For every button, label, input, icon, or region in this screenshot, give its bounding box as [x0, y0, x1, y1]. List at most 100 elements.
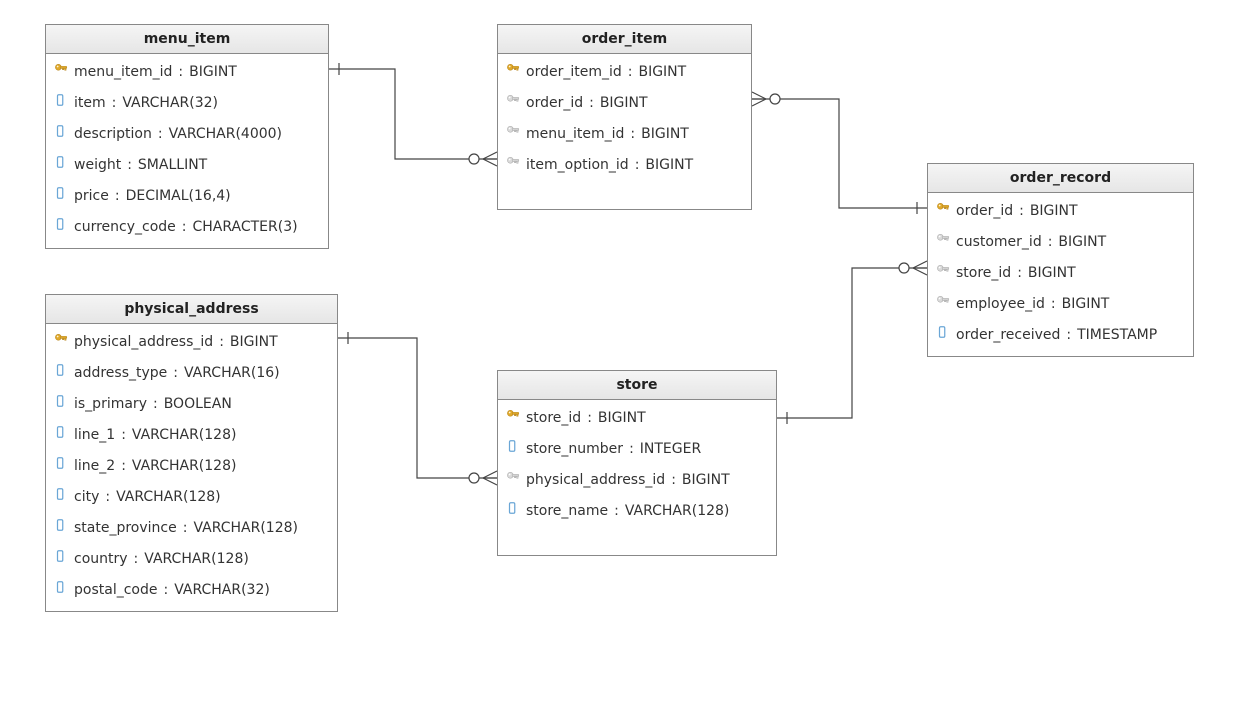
connector-store-to-order_record — [777, 268, 927, 418]
column-type: VARCHAR(16) — [184, 364, 280, 382]
column-row[interactable]: currency_code: CHARACTER(3) — [46, 211, 328, 242]
column-type: VARCHAR(128) — [193, 519, 298, 537]
column-row[interactable]: state_province: VARCHAR(128) — [46, 512, 337, 543]
column-name: is_primary — [74, 395, 147, 413]
column-icon — [54, 217, 68, 236]
column-type: BIGINT — [230, 333, 278, 351]
column-type: VARCHAR(32) — [122, 94, 218, 112]
entity-columns: order_id: BIGINTcustomer_id: BIGINTstore… — [928, 193, 1193, 356]
foreign-key-icon — [506, 124, 520, 143]
column-type: SMALLINT — [138, 156, 207, 174]
er-diagram-canvas: menu_itemmenu_item_id: BIGINTitem: VARCH… — [0, 0, 1234, 721]
column-icon — [54, 124, 68, 143]
entity-menu_item[interactable]: menu_itemmenu_item_id: BIGINTitem: VARCH… — [45, 24, 329, 249]
column-row[interactable]: price: DECIMAL(16,4) — [46, 180, 328, 211]
column-type: BIGINT — [682, 471, 730, 489]
entity-store[interactable]: storestore_id: BIGINTstore_number: INTEG… — [497, 370, 777, 556]
column-row[interactable]: menu_item_id: BIGINT — [498, 118, 751, 149]
column-row[interactable]: physical_address_id: BIGINT — [498, 464, 776, 495]
column-type: BIGINT — [1028, 264, 1076, 282]
column-name: item — [74, 94, 106, 112]
primary-key-icon — [54, 332, 68, 351]
column-name: postal_code — [74, 581, 157, 599]
column-name: physical_address_id — [74, 333, 213, 351]
column-name: order_received — [956, 326, 1060, 344]
entity-header[interactable]: order_record — [928, 164, 1193, 193]
primary-key-icon — [54, 62, 68, 81]
column-row[interactable]: line_2: VARCHAR(128) — [46, 450, 337, 481]
column-icon — [54, 394, 68, 413]
column-type: VARCHAR(4000) — [169, 125, 282, 143]
column-row[interactable]: item_option_id: BIGINT — [498, 149, 751, 180]
column-row[interactable]: is_primary: BOOLEAN — [46, 388, 337, 419]
column-type: BOOLEAN — [164, 395, 232, 413]
column-row[interactable]: order_received: TIMESTAMP — [928, 319, 1193, 350]
column-icon — [54, 155, 68, 174]
column-row[interactable]: order_item_id: BIGINT — [498, 56, 751, 87]
column-icon — [54, 363, 68, 382]
column-type: VARCHAR(128) — [144, 550, 249, 568]
column-row[interactable]: store_name: VARCHAR(128) — [498, 495, 776, 526]
foreign-key-icon — [936, 263, 950, 282]
entity-header[interactable]: menu_item — [46, 25, 328, 54]
column-name: store_id — [956, 264, 1011, 282]
column-name: description — [74, 125, 152, 143]
column-type: VARCHAR(128) — [625, 502, 730, 520]
column-row[interactable]: city: VARCHAR(128) — [46, 481, 337, 512]
column-icon — [54, 487, 68, 506]
column-row[interactable]: address_type: VARCHAR(16) — [46, 357, 337, 388]
entity-order_item[interactable]: order_itemorder_item_id: BIGINTorder_id:… — [497, 24, 752, 210]
connector-menu_item-to-order_item — [329, 69, 497, 159]
column-icon — [54, 456, 68, 475]
column-name: order_id — [526, 94, 583, 112]
column-row[interactable]: physical_address_id: BIGINT — [46, 326, 337, 357]
column-name: order_id — [956, 202, 1013, 220]
entity-columns: order_item_id: BIGINTorder_id: BIGINTmen… — [498, 54, 751, 186]
column-type: BIGINT — [1030, 202, 1078, 220]
column-row[interactable]: country: VARCHAR(128) — [46, 543, 337, 574]
column-row[interactable]: item: VARCHAR(32) — [46, 87, 328, 118]
column-row[interactable]: menu_item_id: BIGINT — [46, 56, 328, 87]
entity-physical_address[interactable]: physical_addressphysical_address_id: BIG… — [45, 294, 338, 612]
column-row[interactable]: weight: SMALLINT — [46, 149, 328, 180]
foreign-key-icon — [506, 155, 520, 174]
column-row[interactable]: order_id: BIGINT — [928, 195, 1193, 226]
column-type: BIGINT — [600, 94, 648, 112]
column-type: BIGINT — [645, 156, 693, 174]
column-row[interactable]: store_id: BIGINT — [928, 257, 1193, 288]
column-row[interactable]: postal_code: VARCHAR(32) — [46, 574, 337, 605]
column-name: menu_item_id — [74, 63, 172, 81]
column-type: BIGINT — [1062, 295, 1110, 313]
column-row[interactable]: order_id: BIGINT — [498, 87, 751, 118]
column-icon — [54, 580, 68, 599]
column-row[interactable]: line_1: VARCHAR(128) — [46, 419, 337, 450]
column-name: store_number — [526, 440, 623, 458]
column-type: TIMESTAMP — [1077, 326, 1157, 344]
connector-order_item-to-order_record — [752, 99, 927, 208]
column-row[interactable]: employee_id: BIGINT — [928, 288, 1193, 319]
column-row[interactable]: store_id: BIGINT — [498, 402, 776, 433]
column-type: VARCHAR(32) — [174, 581, 270, 599]
primary-key-icon — [936, 201, 950, 220]
column-row[interactable]: store_number: INTEGER — [498, 433, 776, 464]
entity-columns: store_id: BIGINTstore_number: INTEGERphy… — [498, 400, 776, 532]
entity-order_record[interactable]: order_recordorder_id: BIGINTcustomer_id:… — [927, 163, 1194, 357]
column-icon — [54, 186, 68, 205]
column-type: VARCHAR(128) — [132, 426, 237, 444]
entity-header[interactable]: store — [498, 371, 776, 400]
column-name: physical_address_id — [526, 471, 665, 489]
entity-header[interactable]: physical_address — [46, 295, 337, 324]
column-name: city — [74, 488, 99, 506]
foreign-key-icon — [506, 93, 520, 112]
column-name: state_province — [74, 519, 177, 537]
column-type: BIGINT — [638, 63, 686, 81]
column-type: BIGINT — [1058, 233, 1106, 251]
column-name: item_option_id — [526, 156, 629, 174]
column-row[interactable]: customer_id: BIGINT — [928, 226, 1193, 257]
column-name: line_1 — [74, 426, 115, 444]
primary-key-icon — [506, 408, 520, 427]
column-name: currency_code — [74, 218, 176, 236]
column-name: store_id — [526, 409, 581, 427]
column-row[interactable]: description: VARCHAR(4000) — [46, 118, 328, 149]
entity-header[interactable]: order_item — [498, 25, 751, 54]
